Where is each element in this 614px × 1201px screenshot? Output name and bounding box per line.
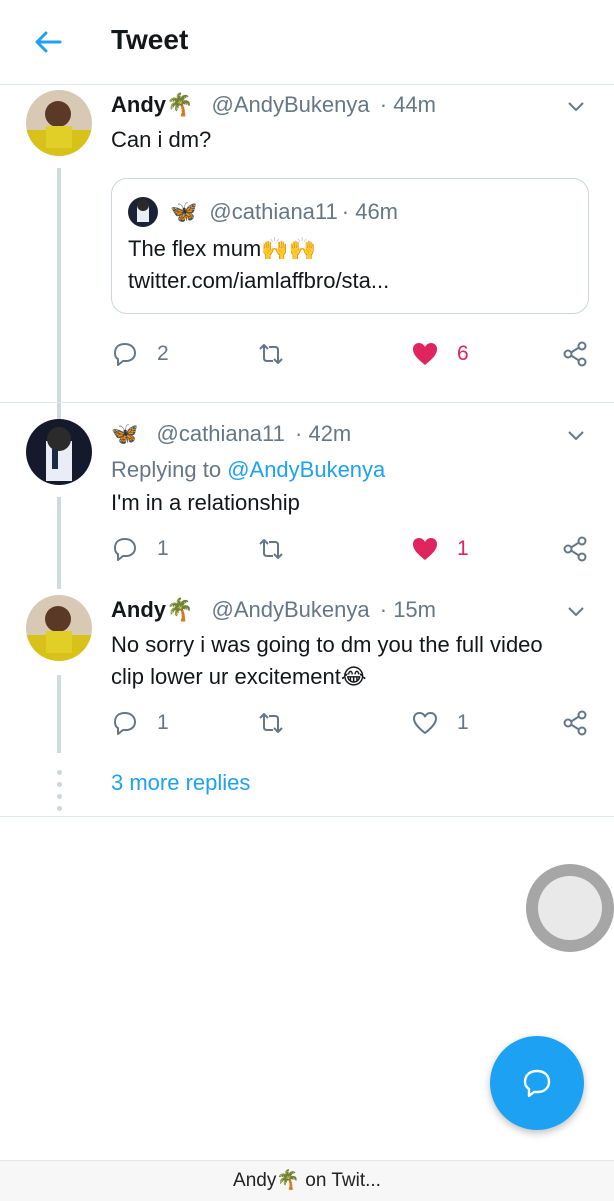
reply-icon xyxy=(114,343,136,366)
like-count: 1 xyxy=(457,711,469,734)
heart-outline-icon xyxy=(413,712,437,734)
tweet[interactable]: Andy🌴 @AndyBukenya · 15m No sorry i was … xyxy=(0,583,614,753)
display-name[interactable]: 🦋 xyxy=(111,421,138,446)
reply-count: 1 xyxy=(157,537,169,560)
user-handle: @cathiana11 xyxy=(209,199,338,224)
timestamp: · 42m xyxy=(295,421,352,446)
quoted-link[interactable]: twitter.com/iamlaffbro/sta... xyxy=(128,265,389,297)
reply-button[interactable]: 1 xyxy=(111,531,169,567)
user-handle[interactable]: @cathiana11 xyxy=(157,421,285,446)
avatar[interactable] xyxy=(26,595,92,661)
tweet-text: I'm in a relationship xyxy=(111,490,300,515)
timestamp: · 15m xyxy=(379,597,436,622)
browser-bottom-bar: Andy🌴 on Twit... xyxy=(0,1160,614,1201)
reply-count: 1 xyxy=(157,711,169,734)
tweet-header: 🦋 @cathiana11 · 42m xyxy=(111,421,351,447)
thread-more-dots xyxy=(57,770,63,818)
reply-bubble-icon xyxy=(523,1069,551,1098)
tweet-actions: 1 1 xyxy=(111,531,591,567)
chevron-down-icon[interactable] xyxy=(566,96,586,116)
tweet-text: No sorry i was going to dm you the full … xyxy=(111,629,591,693)
reply-count: 2 xyxy=(157,342,169,365)
share-icon xyxy=(563,341,587,367)
timestamp: · 44m xyxy=(379,92,436,117)
user-handle[interactable]: @AndyBukenya xyxy=(212,597,370,622)
display-name[interactable]: Andy🌴 xyxy=(111,597,193,622)
retweet-button[interactable] xyxy=(257,705,303,741)
retweet-icon xyxy=(259,539,283,559)
thread-line xyxy=(57,497,61,589)
like-button[interactable]: 1 xyxy=(411,531,469,567)
replying-to: Replying to @AndyBukenya xyxy=(111,457,385,483)
retweet-button[interactable] xyxy=(257,336,303,372)
share-button[interactable] xyxy=(561,336,589,372)
like-count: 1 xyxy=(457,537,469,560)
reply-button[interactable]: 2 xyxy=(111,336,169,372)
chevron-down-icon[interactable] xyxy=(566,425,586,445)
share-button[interactable] xyxy=(561,705,589,741)
timestamp: · 46m xyxy=(341,199,399,224)
back-arrow-icon[interactable] xyxy=(30,24,66,60)
divider xyxy=(0,816,614,817)
reply-button[interactable]: 1 xyxy=(111,705,169,741)
heart-filled-icon xyxy=(413,343,437,365)
quoted-tweet-header: 🦋 @cathiana11 · 46m xyxy=(128,195,398,229)
more-replies-link[interactable]: 3 more replies xyxy=(111,770,250,796)
avatar[interactable] xyxy=(26,419,92,485)
retweet-icon xyxy=(259,713,283,733)
thread-line xyxy=(57,675,61,753)
top-app-bar: Tweet xyxy=(0,0,614,85)
quoted-text-line: The flex mum🙌🙌 xyxy=(128,236,317,261)
reply-fab-button[interactable] xyxy=(490,1036,584,1130)
tweet[interactable]: Andy🌴 @AndyBukenya · 44m Can i dm? 🦋 @ca… xyxy=(0,84,614,472)
chevron-down-icon[interactable] xyxy=(566,601,586,621)
replying-to-handle[interactable]: @AndyBukenya xyxy=(227,457,385,482)
tweet-header: Andy🌴 @AndyBukenya · 15m xyxy=(111,597,436,623)
reply-icon xyxy=(114,538,136,561)
avatar[interactable] xyxy=(26,90,92,156)
share-button[interactable] xyxy=(561,531,589,567)
reply-icon xyxy=(114,712,136,735)
display-name[interactable]: Andy🌴 xyxy=(111,92,193,117)
tweet[interactable]: 🦋 @cathiana11 · 42m Replying to @AndyBuk… xyxy=(0,403,614,589)
share-icon xyxy=(563,710,587,736)
display-name: 🦋 xyxy=(170,199,198,224)
retweet-button[interactable] xyxy=(257,531,303,567)
tweet-actions: 1 1 xyxy=(111,705,591,741)
quoted-tweet[interactable]: 🦋 @cathiana11 · 46m The flex mum🙌🙌 twitt… xyxy=(111,178,589,314)
replying-to-label: Replying to xyxy=(111,457,228,482)
like-button[interactable]: 6 xyxy=(411,336,469,372)
heart-filled-icon xyxy=(413,538,437,560)
avatar xyxy=(128,197,158,227)
retweet-icon xyxy=(259,344,283,364)
tweet-header: Andy🌴 @AndyBukenya · 44m xyxy=(111,92,436,118)
quoted-tweet-text: The flex mum🙌🙌 twitter.com/iamlaffbro/st… xyxy=(128,233,389,297)
tweet-actions: 2 6 xyxy=(111,336,591,372)
tweet-text-line: clip lower ur excitement😂 xyxy=(111,664,367,689)
like-button[interactable]: 1 xyxy=(411,705,469,741)
tweet-text: Can i dm? xyxy=(111,127,212,152)
tweet-text-line: No sorry i was going to dm you the full … xyxy=(111,632,543,657)
share-icon xyxy=(563,536,587,562)
page-title: Tweet xyxy=(111,24,189,55)
assistive-touch-button[interactable] xyxy=(526,864,614,952)
like-count: 6 xyxy=(457,342,469,365)
user-handle[interactable]: @AndyBukenya xyxy=(212,92,370,117)
